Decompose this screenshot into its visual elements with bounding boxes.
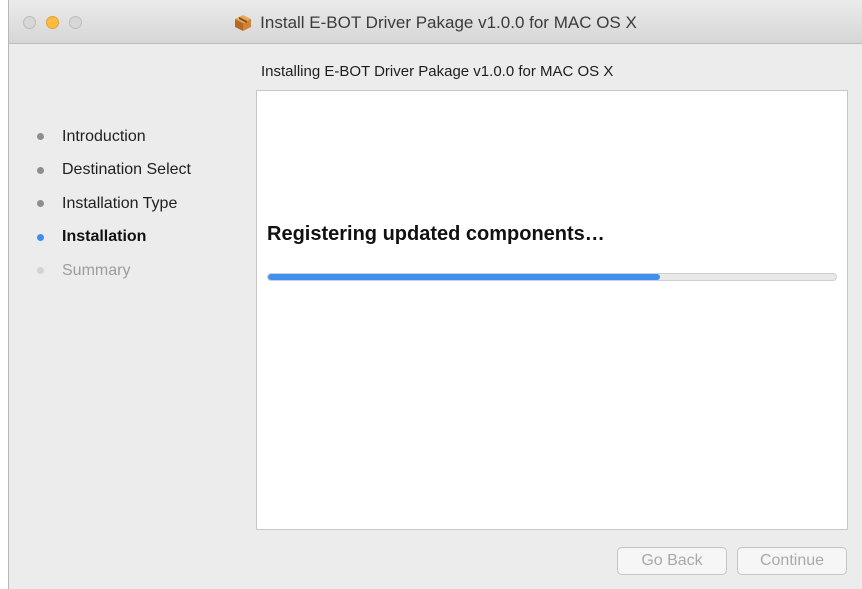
- package-icon: [234, 14, 252, 32]
- step-label: Summary: [62, 261, 131, 279]
- step-installation-type: Installation Type: [37, 187, 191, 221]
- title-bar: Install E-BOT Driver Pakage v1.0.0 for M…: [9, 0, 862, 44]
- installer-window: Install E-BOT Driver Pakage v1.0.0 for M…: [8, 0, 862, 589]
- installer-steps: Introduction Destination Select Installa…: [37, 120, 191, 288]
- step-introduction: Introduction: [37, 120, 191, 154]
- step-bullet-icon: [37, 133, 44, 141]
- step-installation: Installation: [37, 221, 191, 255]
- content-pane: Registering updated components…: [256, 90, 848, 530]
- step-summary: Summary: [37, 254, 191, 288]
- step-label: Installation: [62, 228, 147, 246]
- step-destination-select: Destination Select: [37, 154, 191, 188]
- progress-bar: [267, 273, 837, 281]
- window-title-group: Install E-BOT Driver Pakage v1.0.0 for M…: [9, 12, 862, 34]
- step-bullet-icon: [37, 200, 44, 208]
- step-bullet-icon: [37, 166, 44, 174]
- step-active-bullet-icon: [37, 233, 44, 241]
- continue-button[interactable]: Continue: [737, 547, 847, 575]
- installer-subtitle: Installing E-BOT Driver Pakage v1.0.0 fo…: [261, 63, 614, 80]
- progress-bar-fill: [268, 274, 660, 280]
- install-status-text: Registering updated components…: [267, 223, 605, 245]
- step-label: Introduction: [62, 127, 146, 145]
- step-label: Destination Select: [62, 161, 191, 179]
- step-label: Installation Type: [62, 194, 178, 212]
- step-bullet-icon: [37, 267, 44, 275]
- go-back-button[interactable]: Go Back: [617, 547, 727, 575]
- window-title: Install E-BOT Driver Pakage v1.0.0 for M…: [260, 13, 637, 32]
